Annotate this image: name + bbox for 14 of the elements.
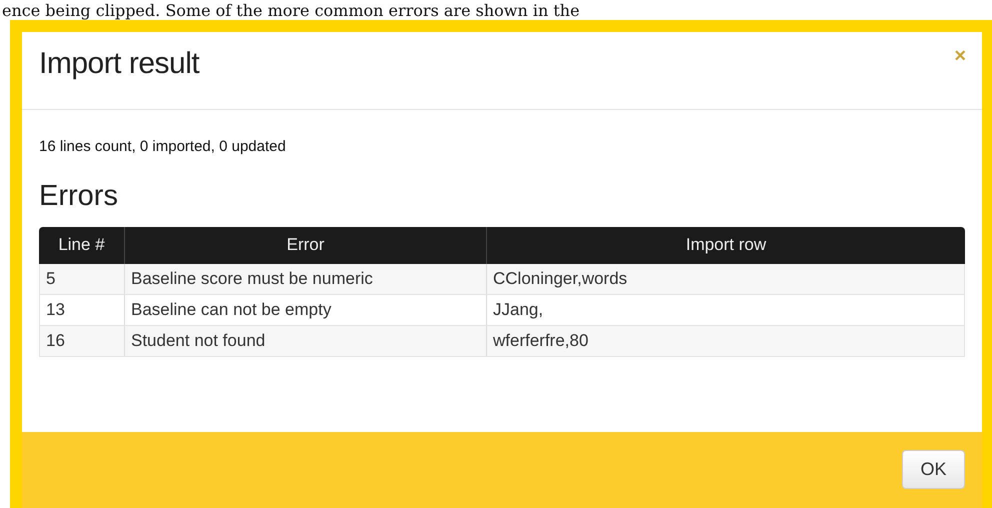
table-cell: Student not found — [124, 326, 486, 356]
background-text: ence being clipped. Some of the more common errors are shown in the — [1, 1, 580, 21]
table-cell: wferferfre,80 — [486, 326, 965, 356]
table-cell: 16 — [39, 326, 124, 356]
summary-text: 16 lines count, 0 imported, 0 updated — [39, 137, 287, 157]
dialog-title: Import result — [39, 46, 200, 82]
column-header: Import row — [486, 226, 965, 264]
table-cell: Baseline score must be numeric — [124, 264, 486, 294]
ok-button[interactable]: OK — [902, 450, 965, 489]
table-cell: CCloninger,words — [486, 264, 965, 294]
column-header: Error — [124, 226, 486, 264]
column-header: Line # — [39, 226, 124, 264]
errors-heading: Errors — [39, 178, 119, 212]
table-cell: 5 — [39, 264, 124, 294]
